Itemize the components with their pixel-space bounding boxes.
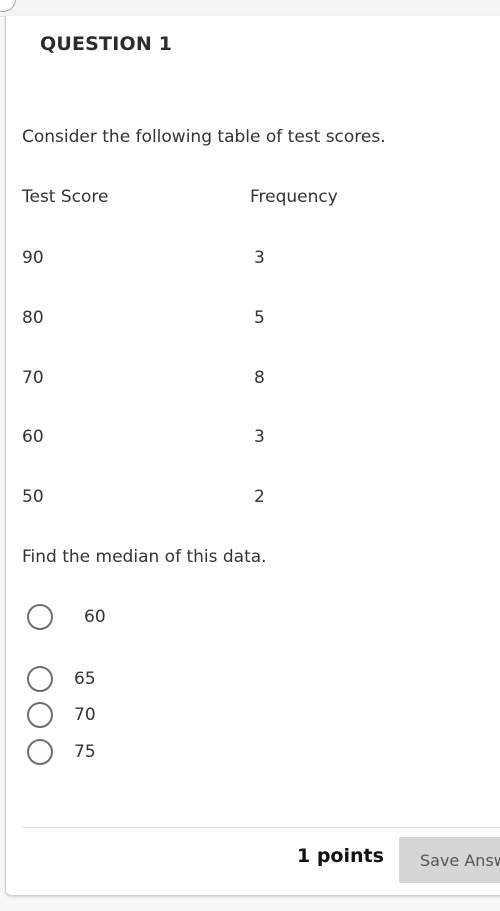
nav-circle-icon[interactable] — [0, 0, 16, 12]
cell-score: 50 — [22, 487, 44, 507]
option-60[interactable]: 60 — [27, 602, 106, 632]
cell-score: 90 — [22, 248, 44, 268]
top-bar — [0, 0, 500, 17]
radio-button[interactable] — [27, 604, 53, 630]
cell-score: 80 — [22, 308, 44, 328]
option-label: 70 — [74, 705, 96, 725]
question-title: QUESTION 1 — [40, 33, 173, 55]
option-label: 75 — [74, 742, 96, 762]
cell-frequency: 3 — [254, 248, 265, 268]
cell-frequency: 3 — [254, 427, 265, 447]
save-answer-button[interactable]: Save Answer — [399, 837, 500, 883]
cell-frequency: 5 — [254, 308, 265, 328]
radio-button[interactable] — [27, 739, 53, 765]
radio-button[interactable] — [27, 702, 53, 728]
radio-button[interactable] — [27, 666, 53, 692]
cell-score: 60 — [22, 427, 44, 447]
cell-frequency: 8 — [254, 368, 265, 388]
points-label: 1 points — [297, 845, 384, 867]
question-prompt: Consider the following table of test sco… — [22, 127, 386, 147]
question-card: QUESTION 1 Consider the following table … — [5, 16, 500, 896]
option-label: 60 — [84, 607, 106, 627]
cell-score: 70 — [22, 368, 44, 388]
option-70[interactable]: 70 — [27, 700, 96, 730]
option-label: 65 — [74, 669, 96, 689]
footer-divider — [22, 827, 500, 828]
option-65[interactable]: 65 — [27, 664, 96, 694]
header-frequency: Frequency — [250, 187, 338, 207]
question-instruction: Find the median of this data. — [22, 547, 267, 567]
header-test-score: Test Score — [22, 187, 109, 207]
option-75[interactable]: 75 — [27, 737, 96, 767]
cell-frequency: 2 — [254, 487, 265, 507]
